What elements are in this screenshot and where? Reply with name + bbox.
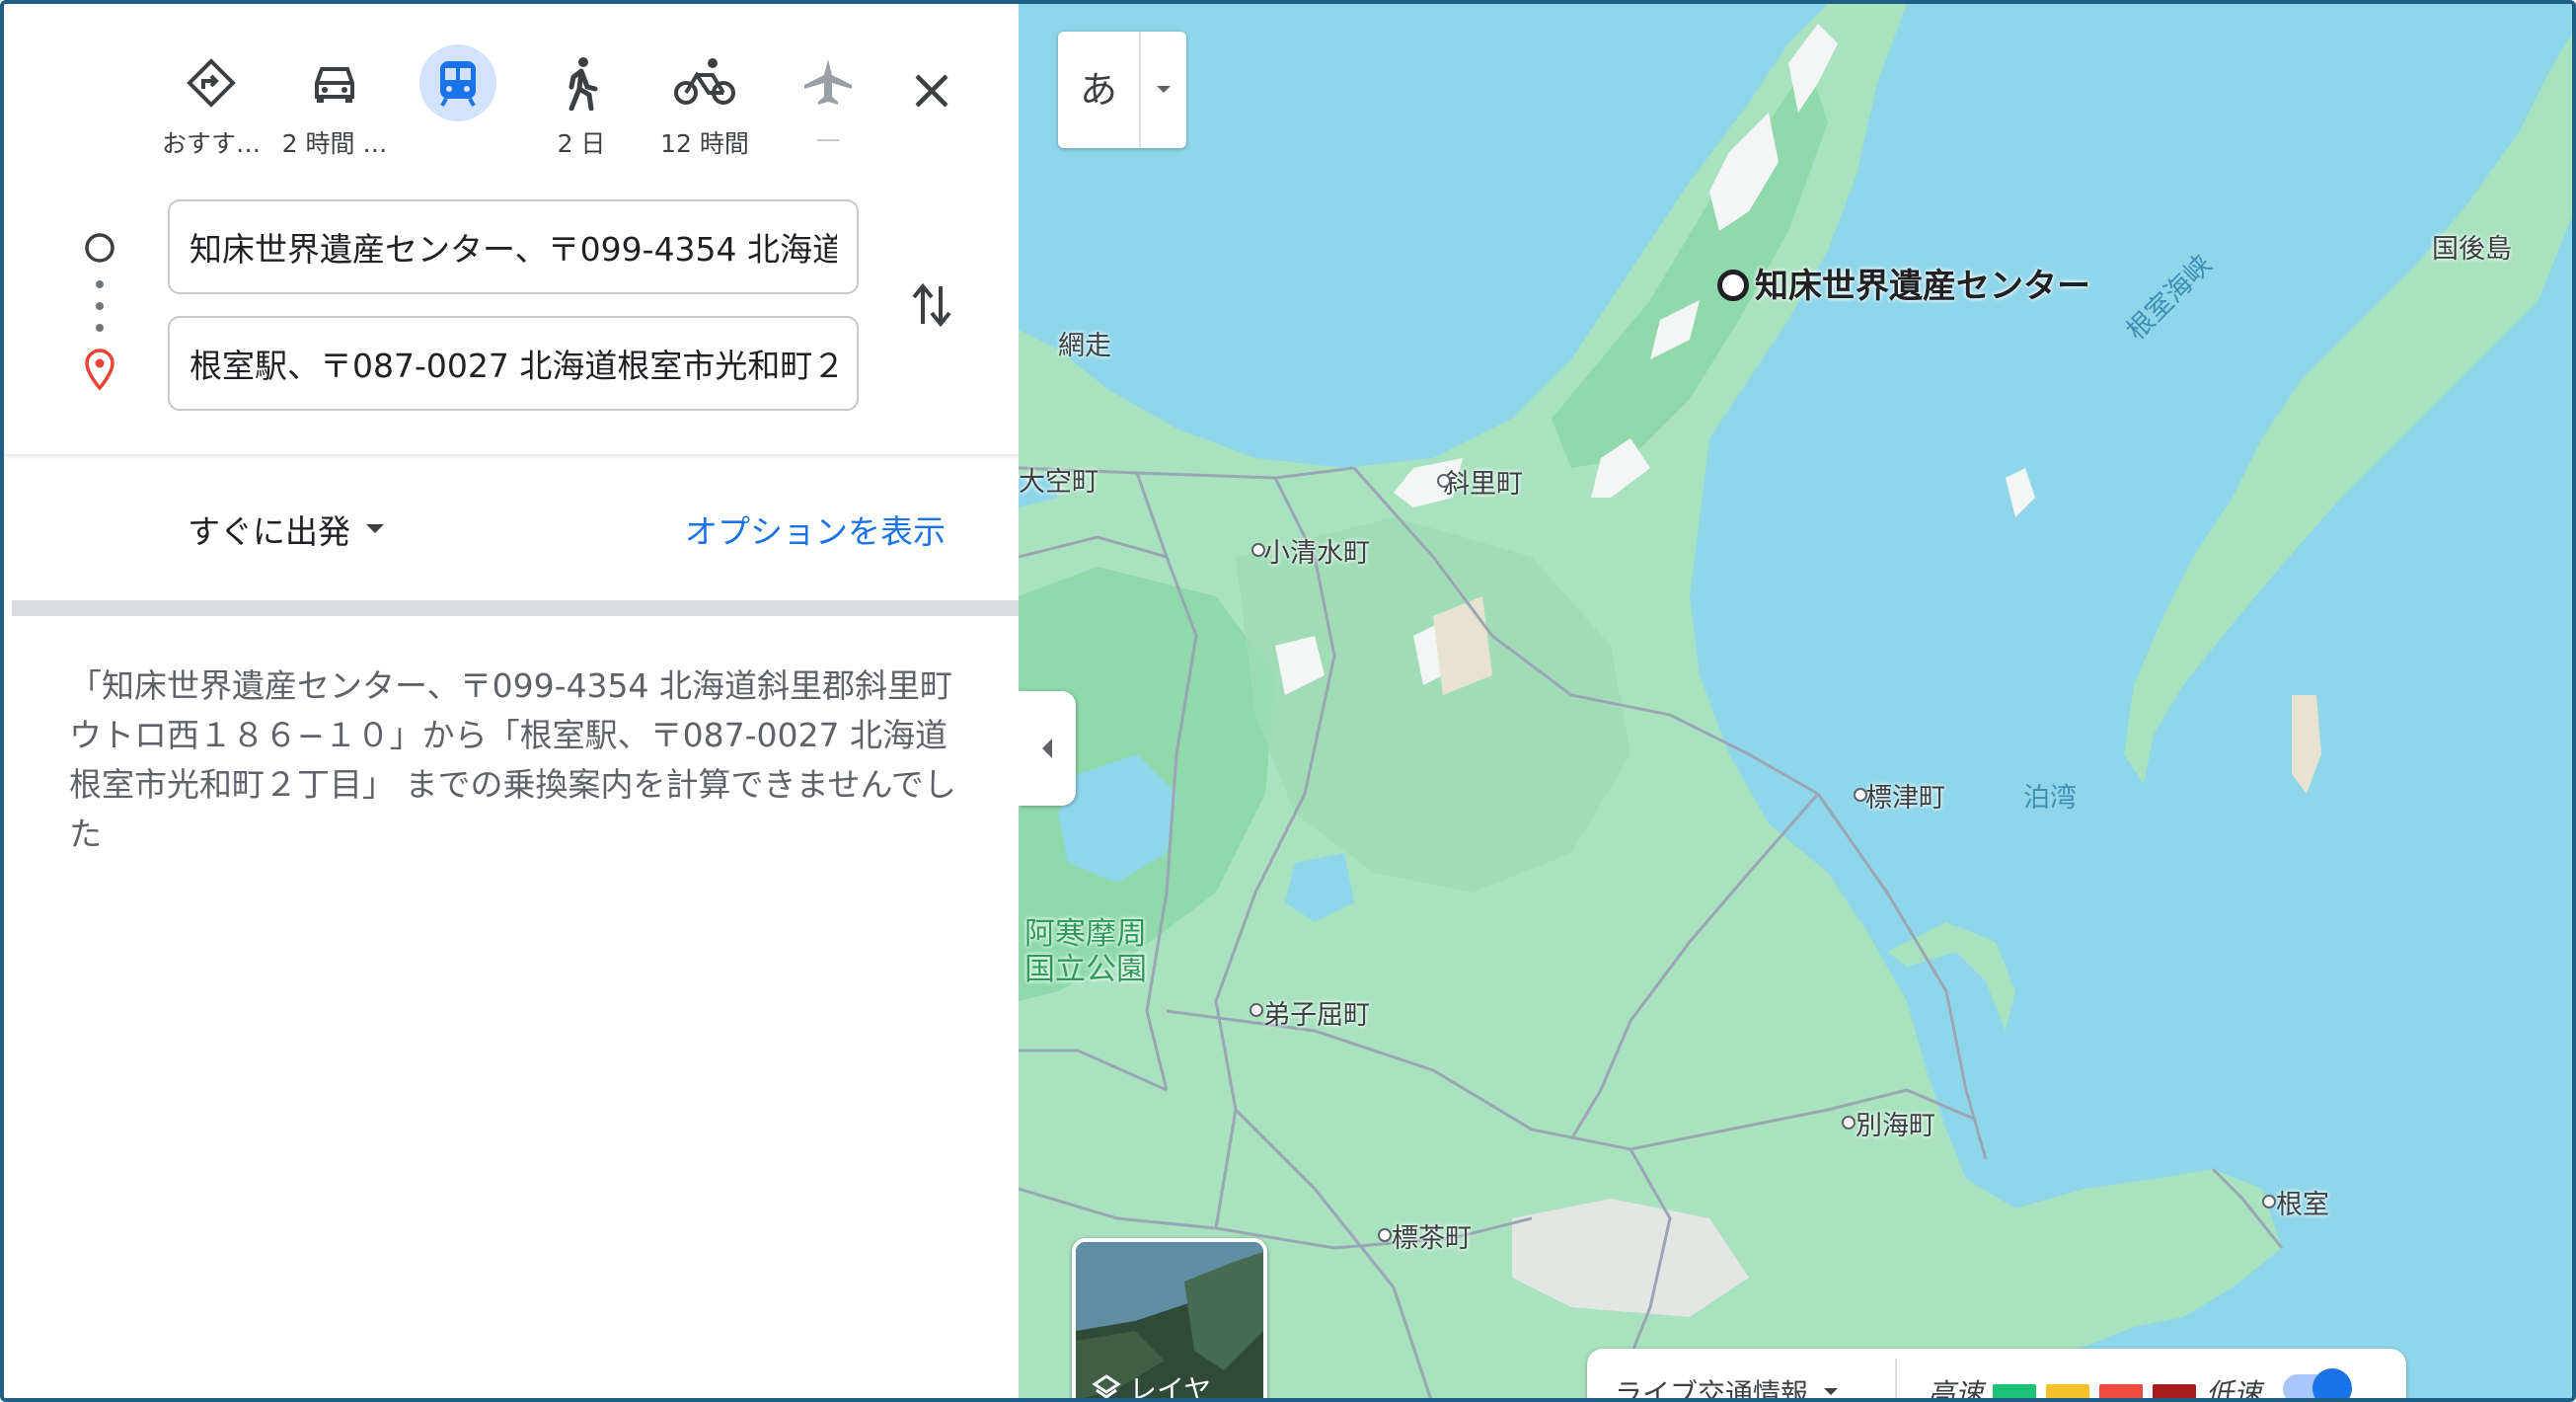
place-label-shiretoko-center[interactable]: 知床世界遺産センター: [1717, 259, 2090, 307]
traffic-bar: ライブ交通情報 高速 低速: [1587, 1349, 2406, 1402]
depart-time-dropdown[interactable]: すぐに出発: [188, 506, 386, 553]
place-label-abashiri[interactable]: 網走: [1058, 324, 1111, 362]
mode-driving[interactable]: 2 時間 …: [280, 51, 389, 160]
airplane-icon: [796, 51, 860, 115]
origin-input-value: 知床世界遺産センター、〒099-4354 北海道斜里郡斜里町ウトロ西１８６−１０: [189, 230, 837, 269]
inputs-shadow: [4, 454, 1019, 460]
traffic-swatch-red: [2099, 1384, 2144, 1398]
traffic-divider: [1895, 1359, 1897, 1398]
live-traffic-dropdown[interactable]: ライブ交通情報: [1615, 1372, 1840, 1402]
town-dot-shibetsu: [1854, 788, 1867, 802]
layers-icon: [1092, 1374, 1121, 1398]
mode-flights-label: —: [815, 124, 841, 153]
close-icon: [915, 74, 948, 108]
place-label-shibecha[interactable]: 標茶町: [1392, 1216, 1472, 1255]
town-dot-shibecha: [1378, 1228, 1392, 1242]
directions-diamond-icon: [180, 51, 243, 115]
section-separator: [12, 600, 1019, 616]
chevron-down-icon: [1141, 81, 1186, 100]
place-label-koshimizu[interactable]: 小清水町: [1263, 531, 1370, 570]
app-frame: 知床世界遺産センター 網走 大空町 斜里町 小清水町 標津町 阿寒摩周 国立公園…: [0, 0, 2576, 1402]
collapse-panel-button[interactable]: [1019, 691, 1076, 806]
destination-input-value: 根室駅、〒087-0027 北海道根室市光和町２丁目: [189, 347, 837, 385]
map-canvas[interactable]: [1019, 4, 2572, 1398]
traffic-swatch-green: [1993, 1384, 2037, 1398]
town-dot-betsukai: [1842, 1116, 1856, 1129]
place-label-akan-park[interactable]: 阿寒摩周 国立公園: [1024, 916, 1147, 987]
traffic-fast-label: 高速: [1928, 1377, 1984, 1402]
language-button[interactable]: あ: [1058, 32, 1186, 148]
town-dot-koshimizu: [1251, 543, 1265, 557]
route-dots-icon: [96, 280, 104, 332]
mode-transit[interactable]: [404, 44, 512, 131]
mode-walking[interactable]: 2 日: [527, 51, 636, 160]
mode-cycling[interactable]: 12 時間: [650, 51, 759, 160]
chevron-down-icon: [366, 524, 384, 533]
traffic-slow-label: 低速: [2206, 1377, 2262, 1402]
chevron-left-icon: [1042, 739, 1052, 758]
layers-label-wrap: レイヤ: [1092, 1368, 1212, 1402]
destination-pin-icon: [85, 349, 114, 391]
mode-cycling-label: 12 時間: [660, 129, 749, 158]
place-label-shibetsu[interactable]: 標津町: [1865, 776, 1945, 815]
town-dot-shari: [1437, 474, 1451, 488]
place-marker-icon: [1717, 270, 1749, 301]
depart-time-label: すぐに出発: [188, 512, 350, 551]
directions-panel: おすす… 2 時間 … 2 日 12 時間 — 知床世界遺産センター、〒099-…: [4, 4, 1019, 1398]
mode-flights[interactable]: —: [774, 51, 882, 153]
place-label-shari[interactable]: 斜里町: [1443, 462, 1523, 501]
swap-route-button[interactable]: [897, 271, 966, 340]
toggle-knob: [2312, 1368, 2352, 1398]
place-label-teshikaga[interactable]: 弟子屈町: [1263, 993, 1370, 1032]
no-transit-message: 「知床世界遺産センター、〒099-4354 北海道斜里郡斜里町ウトロ西１８６−１…: [69, 666, 956, 853]
layers-label: レイヤ: [1129, 1373, 1212, 1402]
layers-button[interactable]: レイヤ: [1072, 1238, 1267, 1402]
walking-icon: [550, 51, 613, 115]
mode-best-label: おすす…: [161, 129, 261, 158]
mode-best[interactable]: おすす…: [157, 51, 265, 160]
bicycle-icon: [673, 51, 736, 115]
place-label-betsukai[interactable]: 別海町: [1856, 1104, 1935, 1142]
place-label-ozora[interactable]: 大空町: [1019, 460, 1099, 499]
mode-driving-label: 2 時間 …: [281, 129, 388, 158]
destination-input[interactable]: 根室駅、〒087-0027 北海道根室市光和町２丁目: [168, 316, 859, 411]
place-label-nemuro[interactable]: 根室: [2276, 1183, 2329, 1221]
water-label-notsuke-bay: 泊湾: [2023, 783, 2077, 814]
car-icon: [303, 51, 366, 115]
traffic-legend: 高速 低速: [1928, 1372, 2262, 1402]
train-icon: [419, 44, 496, 121]
close-directions-button[interactable]: [900, 59, 963, 122]
origin-input[interactable]: 知床世界遺産センター、〒099-4354 北海道斜里郡斜里町ウトロ西１８６−１０: [168, 199, 859, 294]
traffic-swatch-darkred: [2153, 1384, 2197, 1398]
live-traffic-label: ライブ交通情報: [1615, 1377, 1809, 1402]
chevron-down-icon: [1824, 1388, 1839, 1395]
language-button-label: あ: [1058, 32, 1141, 148]
swap-arrows-icon: [912, 282, 951, 328]
origin-circle-icon: [85, 233, 114, 263]
traffic-swatch-yellow: [2046, 1384, 2090, 1398]
mode-walking-label: 2 日: [557, 129, 606, 158]
map-graphic: [1019, 4, 2572, 1398]
place-label-kunashiri[interactable]: 国後島: [2432, 227, 2512, 266]
travel-mode-bar: おすす… 2 時間 … 2 日 12 時間 —: [4, 4, 1019, 182]
show-options-link[interactable]: オプションを表示: [685, 506, 946, 553]
town-dot-teshikaga: [1250, 1003, 1263, 1017]
town-dot-nemuro: [2262, 1195, 2276, 1208]
traffic-toggle[interactable]: [2283, 1368, 2352, 1398]
route-inputs: 知床世界遺産センター、〒099-4354 北海道斜里郡斜里町ウトロ西１８６−１０…: [4, 192, 1019, 458]
